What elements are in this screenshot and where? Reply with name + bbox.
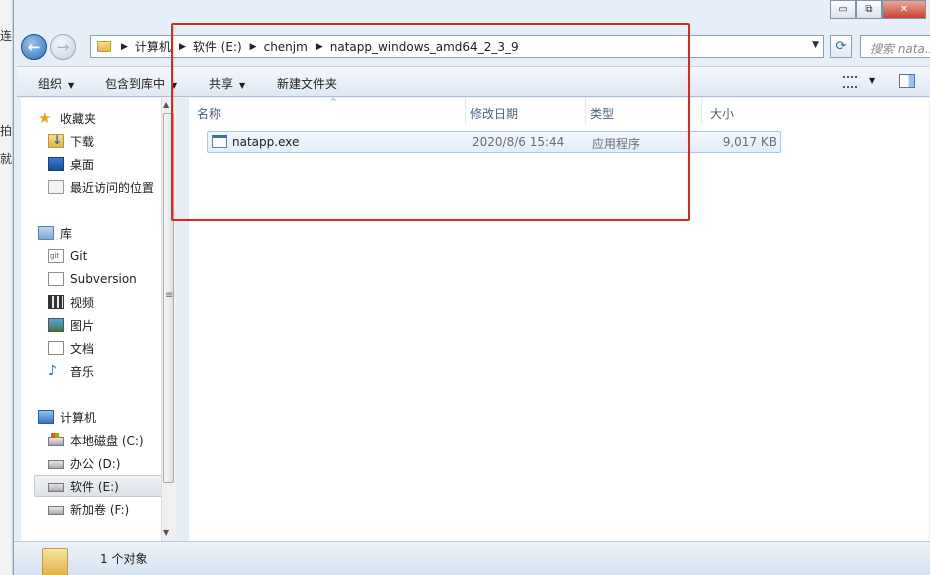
explorer-window: ▭ ⧉ ✕ ← → ▶ 计算机 ▶ 软件 (E:) ▶ chenjm ▶ nat… <box>13 0 930 575</box>
status-bar: 1 个对象 <box>14 541 930 575</box>
drive-icon <box>48 483 64 492</box>
recent-places-icon <box>48 180 64 194</box>
chevron-right-icon[interactable]: ▶ <box>250 42 257 52</box>
close-button[interactable]: ✕ <box>882 0 926 19</box>
drive-icon <box>48 506 64 515</box>
chevron-down-icon: ▼ <box>68 81 75 90</box>
chevron-down-icon[interactable]: ▼ <box>869 76 875 85</box>
folder-icon <box>42 548 68 575</box>
background-text-fragment: 就 <box>0 152 13 166</box>
preview-pane-icon[interactable] <box>899 74 915 88</box>
subversion-library-icon <box>48 272 64 286</box>
sidebar-scrollbar-thumb[interactable] <box>163 113 174 483</box>
chevron-down-icon: ▼ <box>239 81 246 90</box>
search-input[interactable]: 搜索 nata... <box>860 35 930 58</box>
column-header-size[interactable]: 大小 <box>702 98 784 124</box>
background-window-edge: 连 拍 就 <box>0 0 13 575</box>
desktop-icon <box>48 157 64 171</box>
sidebar-item-drive-e[interactable]: 软件 (E:) <box>34 475 172 497</box>
background-text-fragment: 连 <box>0 29 13 43</box>
chevron-right-icon[interactable]: ▶ <box>316 42 323 52</box>
address-bar[interactable]: ▶ 计算机 ▶ 软件 (E:) ▶ chenjm ▶ natapp_window… <box>90 35 824 58</box>
share-menu[interactable]: 共享 ▼ <box>209 75 245 92</box>
file-type: 应用程序 <box>592 137 641 151</box>
git-library-icon <box>48 249 64 263</box>
column-header-type[interactable]: 类型 <box>582 98 702 124</box>
file-modified: 2020/8/6 15:44 <box>472 135 565 149</box>
file-row[interactable]: natapp.exe 2020/8/6 15:44 应用程序 9,017 KB <box>207 131 781 153</box>
chevron-down-icon: ▼ <box>171 81 178 90</box>
chevron-right-icon[interactable]: ▶ <box>179 42 186 52</box>
navigation-pane: ★ 收藏夹 下载 桌面 最近访问的位置 库 Git Subversion <box>21 98 176 541</box>
forward-button[interactable]: → <box>50 34 76 60</box>
file-name: natapp.exe <box>232 135 300 149</box>
back-button[interactable]: ← <box>21 34 47 60</box>
application-file-icon <box>212 135 227 148</box>
star-icon: ★ <box>38 109 52 127</box>
background-text-fragment: 拍 <box>0 124 13 138</box>
refresh-button[interactable]: ⟳ <box>830 35 852 58</box>
minimize-button[interactable]: ▭ <box>830 0 856 19</box>
navigation-bar: ← → ▶ 计算机 ▶ 软件 (E:) ▶ chenjm ▶ natapp_wi… <box>14 30 930 62</box>
include-in-library-menu[interactable]: 包含到库中 ▼ <box>105 75 177 92</box>
drive-icon <box>48 460 64 469</box>
column-header-modified[interactable]: 修改日期 <box>462 98 586 124</box>
file-size: 9,017 KB <box>722 135 777 149</box>
chevron-right-icon[interactable]: ▶ <box>121 42 128 52</box>
library-icon <box>38 226 54 240</box>
new-folder-button[interactable]: 新建文件夹 <box>277 75 337 92</box>
column-header-name[interactable]: 名称 ^ <box>189 97 466 124</box>
sort-ascending-icon: ^ <box>330 97 337 106</box>
picture-library-icon <box>48 318 64 332</box>
organize-menu[interactable]: 组织 ▼ <box>38 75 74 92</box>
breadcrumb-chenjm[interactable]: ▶ chenjm <box>242 40 308 54</box>
scroll-down-icon[interactable]: ▼ <box>163 528 169 537</box>
breadcrumb-natapp-folder[interactable]: ▶ natapp_windows_amd64_2_3_9 <box>308 40 519 54</box>
command-toolbar: 组织 ▼ 包含到库中 ▼ 共享 ▼ 新建文件夹 ▼ <box>17 66 929 97</box>
file-list-pane: 名称 ^ 修改日期 类型 大小 natapp.exe 2020/8/6 15:4… <box>189 97 929 541</box>
downloads-folder-icon <box>48 133 64 148</box>
folder-icon <box>97 41 111 52</box>
music-note-icon: ♪ <box>48 363 57 379</box>
video-library-icon <box>48 295 64 309</box>
system-drive-icon <box>48 433 64 446</box>
breadcrumb-computer[interactable]: ▶ 计算机 <box>117 38 171 55</box>
maximize-button[interactable]: ⧉ <box>856 0 882 19</box>
address-dropdown-icon[interactable]: ▼ <box>812 40 819 50</box>
view-options-icon[interactable] <box>843 76 857 88</box>
scroll-up-icon[interactable]: ▲ <box>163 100 169 109</box>
document-library-icon <box>48 341 64 355</box>
item-count: 1 个对象 <box>100 552 148 566</box>
breadcrumb-drive-e[interactable]: ▶ 软件 (E:) <box>171 38 242 55</box>
window-controls: ▭ ⧉ ✕ <box>830 0 926 19</box>
computer-icon <box>38 410 54 424</box>
